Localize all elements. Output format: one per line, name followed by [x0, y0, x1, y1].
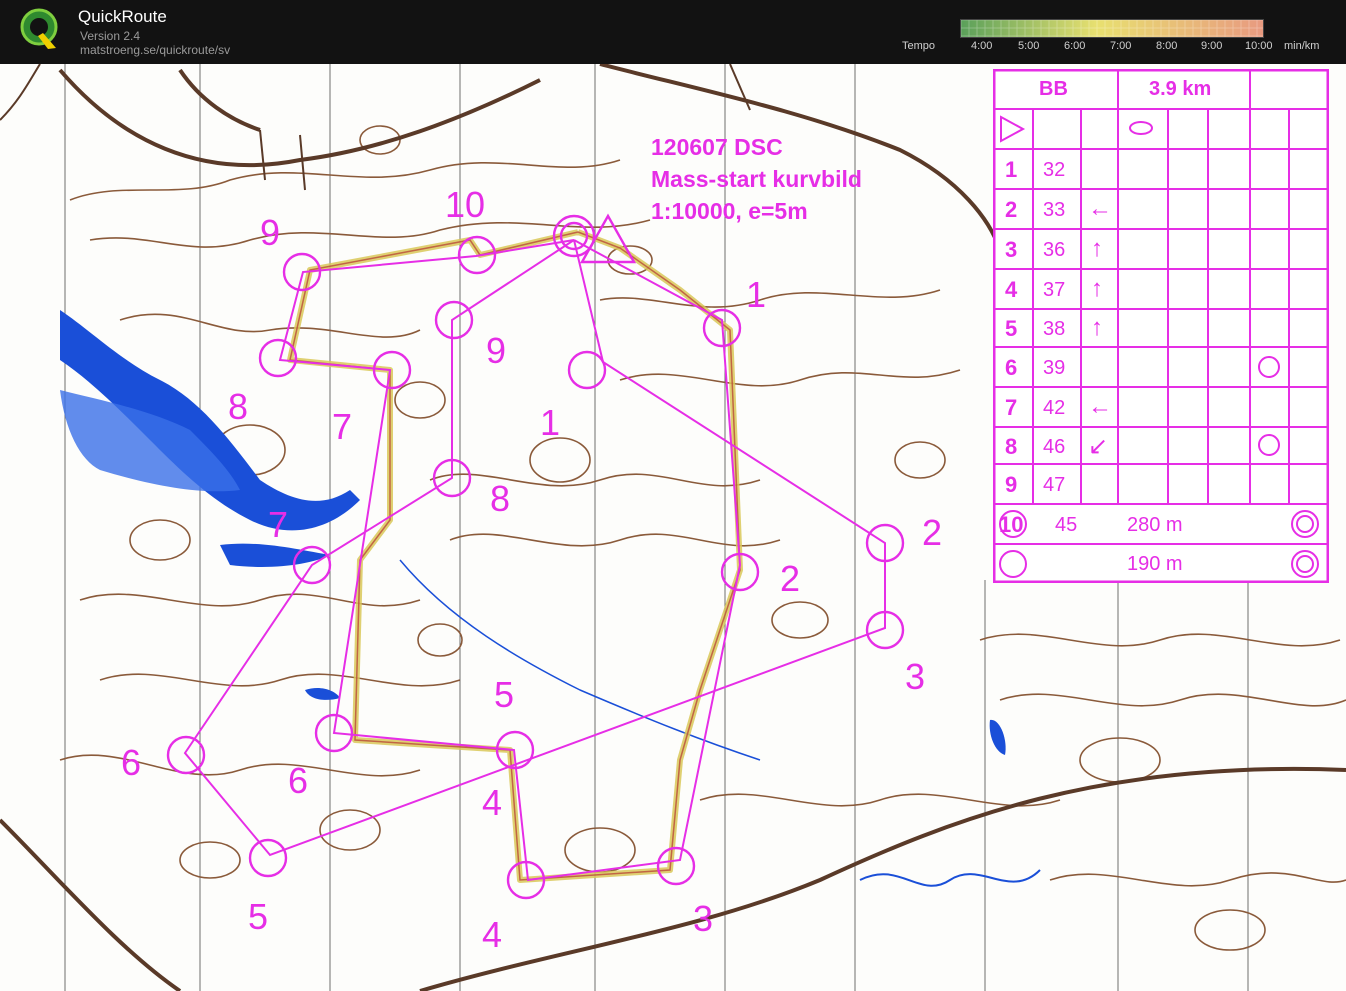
- description-row-code: 46: [1043, 436, 1066, 458]
- description-row-code: 36: [1043, 239, 1066, 261]
- description-row-direction: ↑: [1091, 275, 1103, 302]
- control-description-sheet: BB 3.9 km 1 32 2 33 ← 3 36 ↑ 4 37 ↑ 5 38…: [993, 69, 1329, 583]
- description-row-code: 32: [1043, 159, 1066, 181]
- control-number: 10: [445, 184, 486, 225]
- control-number: 2: [922, 512, 943, 553]
- control-number: 4: [482, 782, 503, 823]
- description-row-code: 33: [1043, 199, 1066, 221]
- tempo-tick: 9:00: [1201, 40, 1223, 52]
- app-version: Version 2.4: [80, 29, 141, 43]
- tempo-tick: 10:00: [1245, 40, 1273, 52]
- control-number: 1: [746, 274, 767, 315]
- control-number: 5: [494, 674, 515, 715]
- description-row-code: 45: [1055, 514, 1078, 536]
- control-number: 7: [332, 406, 353, 447]
- control-number: 9: [260, 212, 281, 253]
- description-course-distance: 3.9 km: [1149, 78, 1212, 100]
- description-row-direction: ↑: [1091, 314, 1103, 341]
- description-row10-distance: 280 m: [1127, 514, 1183, 536]
- quickroute-logo-icon: [20, 8, 58, 49]
- description-row-number: 5: [1005, 316, 1018, 341]
- description-row-code: 47: [1043, 474, 1066, 496]
- description-row-number: 10: [999, 512, 1024, 537]
- description-row-number: 9: [1005, 472, 1018, 497]
- control-number: 1: [540, 402, 561, 443]
- start-triangle-icon: [1000, 115, 1026, 143]
- control-number: 5: [248, 896, 269, 937]
- tempo-tick: 6:00: [1064, 40, 1086, 52]
- tempo-tick: 8:00: [1156, 40, 1178, 52]
- gps-route: [287, 229, 743, 883]
- course-info-line: Mass-start kurvbild: [651, 166, 862, 192]
- course-info-line: 1:10000, e=5m: [651, 198, 808, 224]
- course-info-line: 120607 DSC: [651, 134, 783, 160]
- control-number: 6: [121, 742, 142, 783]
- description-row-code: 42: [1043, 397, 1066, 419]
- description-row-code: 37: [1043, 279, 1066, 301]
- description-row-number: 8: [1005, 434, 1018, 459]
- app-url[interactable]: matstroeng.se/quickroute/sv: [80, 43, 230, 57]
- title-bar: QuickRoute Version 2.4 matstroeng.se/qui…: [0, 0, 1346, 64]
- app-title: QuickRoute: [78, 7, 167, 26]
- control-number: 8: [490, 478, 511, 519]
- water: [60, 310, 1041, 887]
- description-row-number: 1: [1005, 157, 1018, 182]
- control-number: 8: [228, 386, 249, 427]
- control-number: 9: [486, 330, 507, 371]
- description-row-code: 38: [1043, 318, 1066, 340]
- description-row-direction: ↙: [1088, 433, 1109, 460]
- description-course-name: BB: [1039, 78, 1068, 100]
- control-number: 3: [905, 656, 926, 697]
- tempo-tick: 7:00: [1110, 40, 1132, 52]
- description-row-number: 7: [1005, 395, 1018, 420]
- description-row-number: 2: [1005, 197, 1018, 222]
- description-row-number: 3: [1005, 237, 1018, 262]
- description-row-number: 6: [1005, 355, 1018, 380]
- tempo-unit: min/km: [1284, 40, 1320, 52]
- tempo-tick: 4:00: [971, 40, 993, 52]
- description-row-number: 4: [1005, 277, 1018, 302]
- description-row-code: 39: [1043, 357, 1066, 379]
- description-row-direction: ←: [1088, 393, 1112, 420]
- tempo-label: Tempo: [902, 40, 936, 52]
- description-finish-distance: 190 m: [1127, 553, 1183, 575]
- control-number: 4: [482, 914, 503, 955]
- control-number: 2: [780, 558, 801, 599]
- course-info: 120607 DSC Mass-start kurvbild 1:10000, …: [651, 131, 862, 227]
- tempo-color-scale: [960, 19, 1264, 38]
- tempo-tick: 5:00: [1018, 40, 1040, 52]
- control-number: 3: [693, 898, 714, 939]
- description-row-direction: ←: [1088, 195, 1112, 222]
- control-number: 7: [268, 504, 289, 545]
- control-number: 6: [288, 760, 309, 801]
- description-row-direction: ↑: [1091, 235, 1103, 262]
